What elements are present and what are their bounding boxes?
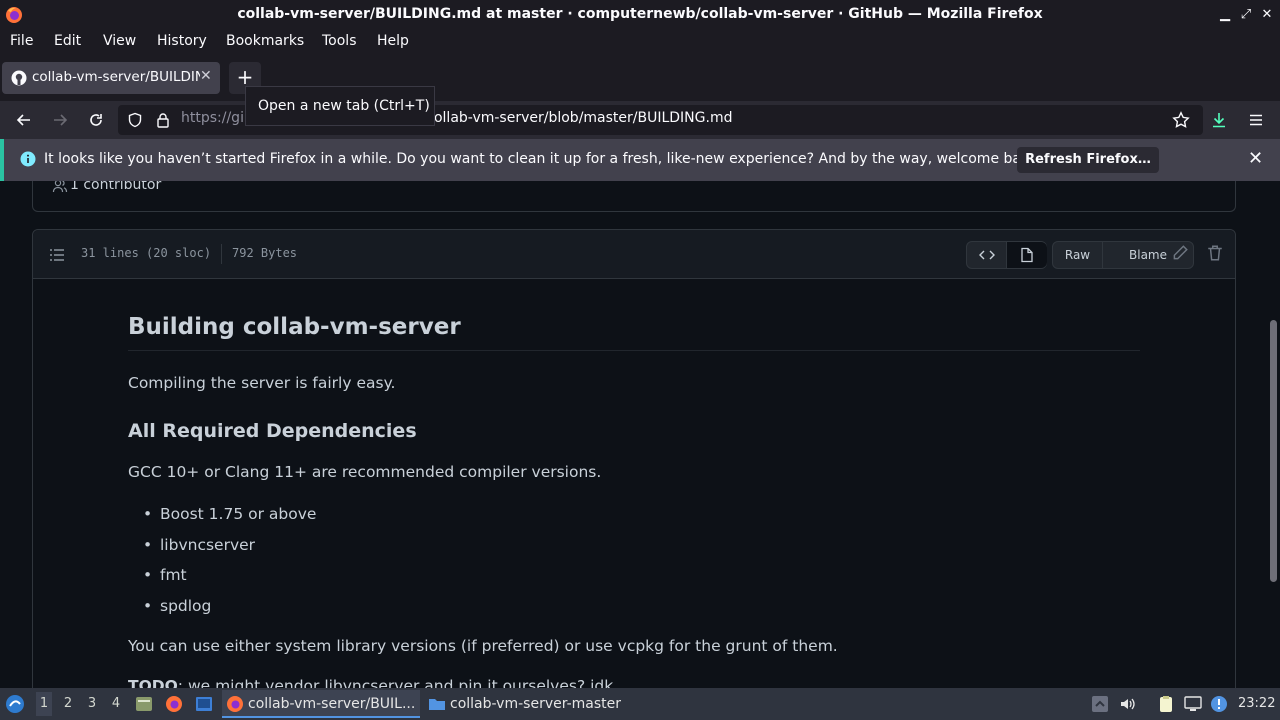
app-menu-icon[interactable] — [1244, 108, 1268, 132]
pencil-icon[interactable] — [1171, 244, 1189, 262]
notification-close-icon[interactable]: ✕ — [1248, 148, 1263, 169]
window-title: collab-vm-server/BUILDING.md at master ·… — [237, 6, 1043, 22]
task-firefox[interactable]: collab-vm-server/BUIL... — [222, 690, 420, 718]
code-icon — [978, 250, 995, 260]
tab-close-icon[interactable]: ✕ — [200, 68, 212, 84]
tray-up-arrow-icon[interactable] — [1091, 695, 1109, 713]
preview-view-button[interactable] — [1007, 242, 1047, 268]
url-prefix: https://gi — [181, 110, 244, 126]
paragraph-compilers: GCC 10+ or Clang 11+ are recommended com… — [128, 463, 602, 481]
bookmark-star-icon[interactable] — [1169, 108, 1193, 132]
lock-icon[interactable] — [151, 108, 175, 132]
page-content: 1 contributor 31 lines (20 sloc) 792 Byt… — [0, 181, 1280, 688]
taskbar-clock[interactable]: 23:22 — [1238, 696, 1275, 711]
tab-building-md[interactable]: collab-vm-server/BUILDING.md ✕ — [2, 62, 220, 94]
volume-icon[interactable] — [1119, 695, 1137, 713]
task-file-manager[interactable]: collab-vm-server-master — [424, 690, 624, 718]
list-item: Boost 1.75 or above — [143, 505, 316, 523]
header-divider — [221, 244, 222, 264]
back-icon[interactable] — [12, 108, 36, 132]
downloads-icon[interactable] — [1207, 108, 1231, 132]
paragraph-intro: Compiling the server is fairly easy. — [128, 374, 396, 392]
list-item: spdlog — [143, 597, 212, 615]
file-lines: 31 lines (20 sloc) — [81, 246, 212, 260]
outline-list-icon[interactable] — [49, 247, 65, 263]
menu-file[interactable]: File — [10, 33, 33, 49]
paragraph-vcpkg: You can use either system library versio… — [128, 637, 838, 655]
tab-strip: collab-vm-server/BUILDING.md ✕ — [0, 54, 1280, 101]
file-manager-launcher-icon[interactable] — [135, 695, 153, 713]
list-item: fmt — [143, 566, 186, 584]
reload-icon[interactable] — [84, 108, 108, 132]
shield-icon[interactable] — [123, 108, 147, 132]
file-header: 31 lines (20 sloc) 792 Bytes Raw Blame — [33, 230, 1235, 279]
notification-tray-icon[interactable] — [1210, 695, 1228, 713]
window-titlebar: collab-vm-server/BUILDING.md at master ·… — [0, 0, 1280, 30]
task-label: collab-vm-server-master — [450, 696, 622, 712]
firefox-launcher-icon[interactable] — [165, 695, 183, 713]
todo-label: TODO — [128, 677, 178, 688]
forward-icon[interactable] — [48, 108, 72, 132]
paragraph-todo: TODO: we might vendor libvncserver and p… — [128, 677, 613, 688]
url-path: ollab-vm-server/blob/master/BUILDING.md — [433, 110, 733, 126]
clipboard-icon[interactable] — [1157, 695, 1175, 713]
list-item: libvncserver — [143, 536, 255, 554]
menu-edit[interactable]: Edit — [54, 33, 81, 49]
people-icon — [52, 181, 68, 193]
code-view-button[interactable] — [967, 242, 1007, 268]
notification-bar: It looks like you haven’t started Firefo… — [0, 139, 1280, 181]
file-icon — [1021, 247, 1033, 263]
workspace-3[interactable]: 3 — [84, 696, 100, 711]
minimize-button[interactable]: ▁ — [1216, 5, 1234, 25]
menu-help[interactable]: Help — [377, 33, 409, 49]
workspace-2[interactable]: 2 — [60, 696, 76, 711]
workspace-1[interactable]: 1 — [36, 692, 52, 716]
menu-bookmarks[interactable]: Bookmarks — [226, 33, 304, 49]
task-label: collab-vm-server/BUIL... — [248, 696, 416, 712]
menu-bar: File Edit View History Bookmarks Tools H… — [0, 30, 1280, 54]
info-icon — [20, 151, 36, 167]
scrollbar-thumb[interactable] — [1270, 320, 1277, 582]
heading-building: Building collab-vm-server — [128, 314, 1140, 351]
github-icon — [11, 70, 27, 86]
todo-text: : we might vendor libvncserver and pin i… — [177, 677, 614, 688]
file-viewer: 31 lines (20 sloc) 792 Bytes Raw Blame — [32, 229, 1236, 688]
folder-icon — [429, 699, 445, 710]
contributors-card — [32, 181, 1236, 212]
trash-icon[interactable] — [1206, 244, 1224, 262]
menu-view[interactable]: View — [103, 33, 136, 49]
display-icon[interactable] — [1184, 695, 1202, 713]
refresh-firefox-button[interactable]: Refresh Firefox… — [1017, 147, 1159, 173]
raw-button[interactable]: Raw — [1053, 242, 1103, 268]
new-tab-tooltip: Open a new tab (Ctrl+T) — [245, 86, 435, 126]
desktop-launcher-icon[interactable] — [195, 695, 213, 713]
menu-history[interactable]: History — [157, 33, 207, 49]
taskbar: 1 2 3 4 collab-vm-server/BUIL... collab-… — [0, 688, 1280, 720]
maximize-button[interactable]: ⤢ — [1237, 5, 1255, 25]
contributors-text[interactable]: 1 contributor — [70, 181, 161, 193]
view-toggle-group — [966, 241, 1047, 269]
start-menu-icon[interactable] — [5, 694, 25, 714]
workspace-4[interactable]: 4 — [108, 696, 124, 711]
tab-label: collab-vm-server/BUILDING.md — [32, 69, 200, 85]
heading-dependencies: All Required Dependencies — [128, 420, 417, 442]
notification-message: It looks like you haven’t started Firefo… — [44, 151, 1043, 167]
menu-tools[interactable]: Tools — [322, 33, 357, 49]
firefox-icon — [227, 696, 243, 712]
close-window-button[interactable]: ✕ — [1258, 5, 1276, 25]
file-size: 792 Bytes — [232, 246, 298, 260]
